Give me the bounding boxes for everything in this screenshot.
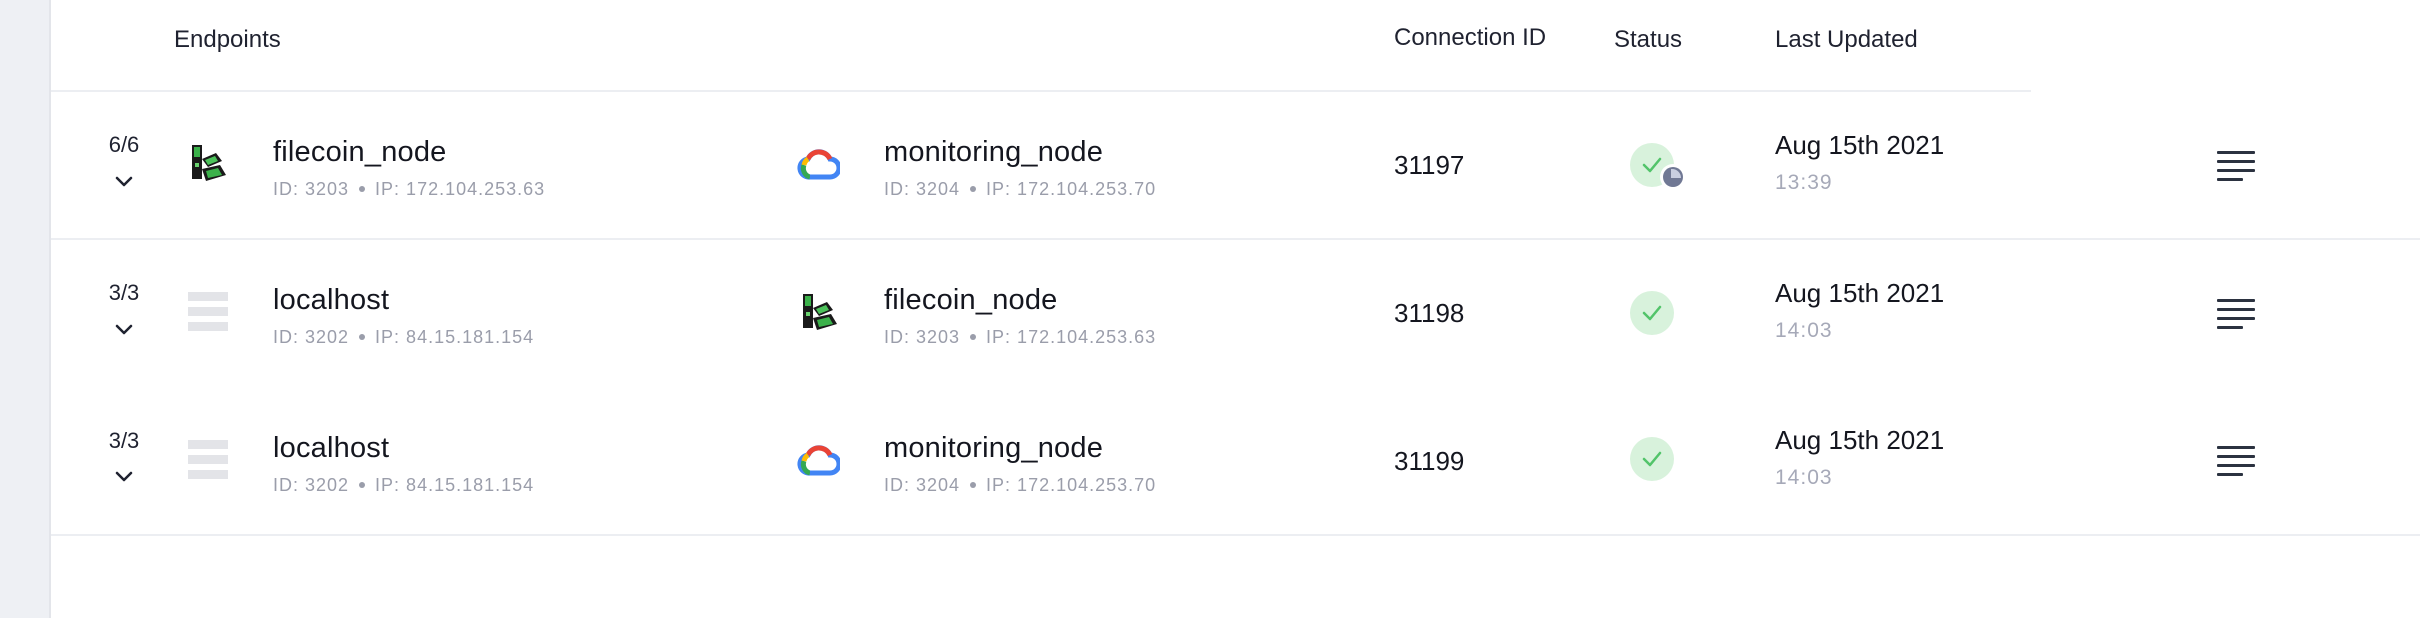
row-divider: [51, 534, 2420, 536]
details-menu-icon[interactable]: [2217, 299, 2255, 331]
chevron-down-icon[interactable]: [114, 467, 134, 487]
filecoin-node-icon: [192, 145, 226, 181]
target-node-name[interactable]: monitoring_node: [884, 136, 1103, 169]
endpoint-count: 6/6: [108, 132, 140, 157]
target-node-id: ID: 3203: [884, 327, 961, 347]
source-node-ip: IP: 172.104.253.63: [375, 179, 546, 199]
separator-dot: [970, 481, 977, 488]
separator-dot: [970, 333, 977, 340]
source-node-name[interactable]: filecoin_node: [273, 136, 447, 169]
source-node-meta: ID: 3202 IP: 84.15.181.154: [273, 327, 534, 348]
source-node-meta: ID: 3202 IP: 84.15.181.154: [273, 475, 534, 496]
target-node-meta: ID: 3204 IP: 172.104.253.70: [884, 475, 1156, 496]
server-stack-icon: [188, 292, 228, 331]
target-node-ip: IP: 172.104.253.63: [986, 327, 1157, 347]
sidebar-gutter: [0, 0, 51, 618]
google-cloud-icon: [797, 149, 840, 180]
target-node-id: ID: 3204: [884, 179, 961, 199]
details-menu-icon[interactable]: [2217, 151, 2255, 183]
separator-dot: [359, 333, 366, 340]
check-icon: [1642, 157, 1662, 173]
source-node-ip: IP: 84.15.181.154: [375, 475, 535, 495]
separator-dot: [359, 185, 366, 192]
server-stack-icon: [188, 440, 228, 479]
target-node-name[interactable]: filecoin_node: [884, 284, 1058, 317]
chevron-down-icon[interactable]: [114, 172, 134, 192]
source-node-ip: IP: 84.15.181.154: [375, 327, 535, 347]
separator-dot: [970, 185, 977, 192]
header-divider: [51, 90, 2031, 92]
source-node-id: ID: 3202: [273, 327, 350, 347]
chevron-down-icon[interactable]: [114, 320, 134, 340]
check-icon: [1642, 451, 1662, 467]
header-last-updated[interactable]: Last Updated: [1775, 26, 1918, 54]
details-menu-icon[interactable]: [2217, 446, 2255, 478]
target-node-name[interactable]: monitoring_node: [884, 432, 1103, 465]
status-ok-badge: [1630, 437, 1674, 481]
target-node-ip: IP: 172.104.253.70: [986, 475, 1157, 495]
source-node-meta: ID: 3203 IP: 172.104.253.63: [273, 179, 545, 200]
filecoin-node-icon: [803, 294, 837, 330]
separator-dot: [359, 481, 366, 488]
header-endpoints: Endpoints: [174, 26, 281, 53]
pending-clock-icon: [1660, 164, 1686, 190]
connection-id: 31197: [1394, 150, 1465, 180]
source-node-id: ID: 3202: [273, 475, 350, 495]
target-node-id: ID: 3204: [884, 475, 961, 495]
connection-id: 31198: [1394, 298, 1465, 328]
source-node-name[interactable]: localhost: [273, 284, 389, 317]
connection-id: 31199: [1394, 446, 1465, 476]
last-updated-time: 14:03: [1775, 466, 1833, 489]
last-updated-time: 13:39: [1775, 171, 1833, 194]
header-connection-id[interactable]: Connection ID: [1394, 24, 1546, 52]
source-node-name[interactable]: localhost: [273, 432, 389, 465]
row-divider: [51, 238, 2420, 240]
target-node-meta: ID: 3203 IP: 172.104.253.63: [884, 327, 1156, 348]
last-updated-time: 14:03: [1775, 319, 1833, 342]
endpoint-count: 3/3: [108, 280, 140, 305]
google-cloud-icon: [797, 445, 840, 476]
endpoint-count: 3/3: [108, 428, 140, 453]
last-updated-date: Aug 15th 2021: [1775, 130, 1945, 160]
source-node-id: ID: 3203: [273, 179, 350, 199]
connections-panel: [51, 0, 2420, 618]
last-updated-date: Aug 15th 2021: [1775, 278, 1945, 308]
check-icon: [1642, 305, 1662, 321]
target-node-ip: IP: 172.104.253.70: [986, 179, 1157, 199]
status-ok-badge: [1630, 291, 1674, 335]
last-updated-date: Aug 15th 2021: [1775, 425, 1945, 455]
target-node-meta: ID: 3204 IP: 172.104.253.70: [884, 179, 1156, 200]
header-status[interactable]: Status: [1614, 26, 1682, 54]
